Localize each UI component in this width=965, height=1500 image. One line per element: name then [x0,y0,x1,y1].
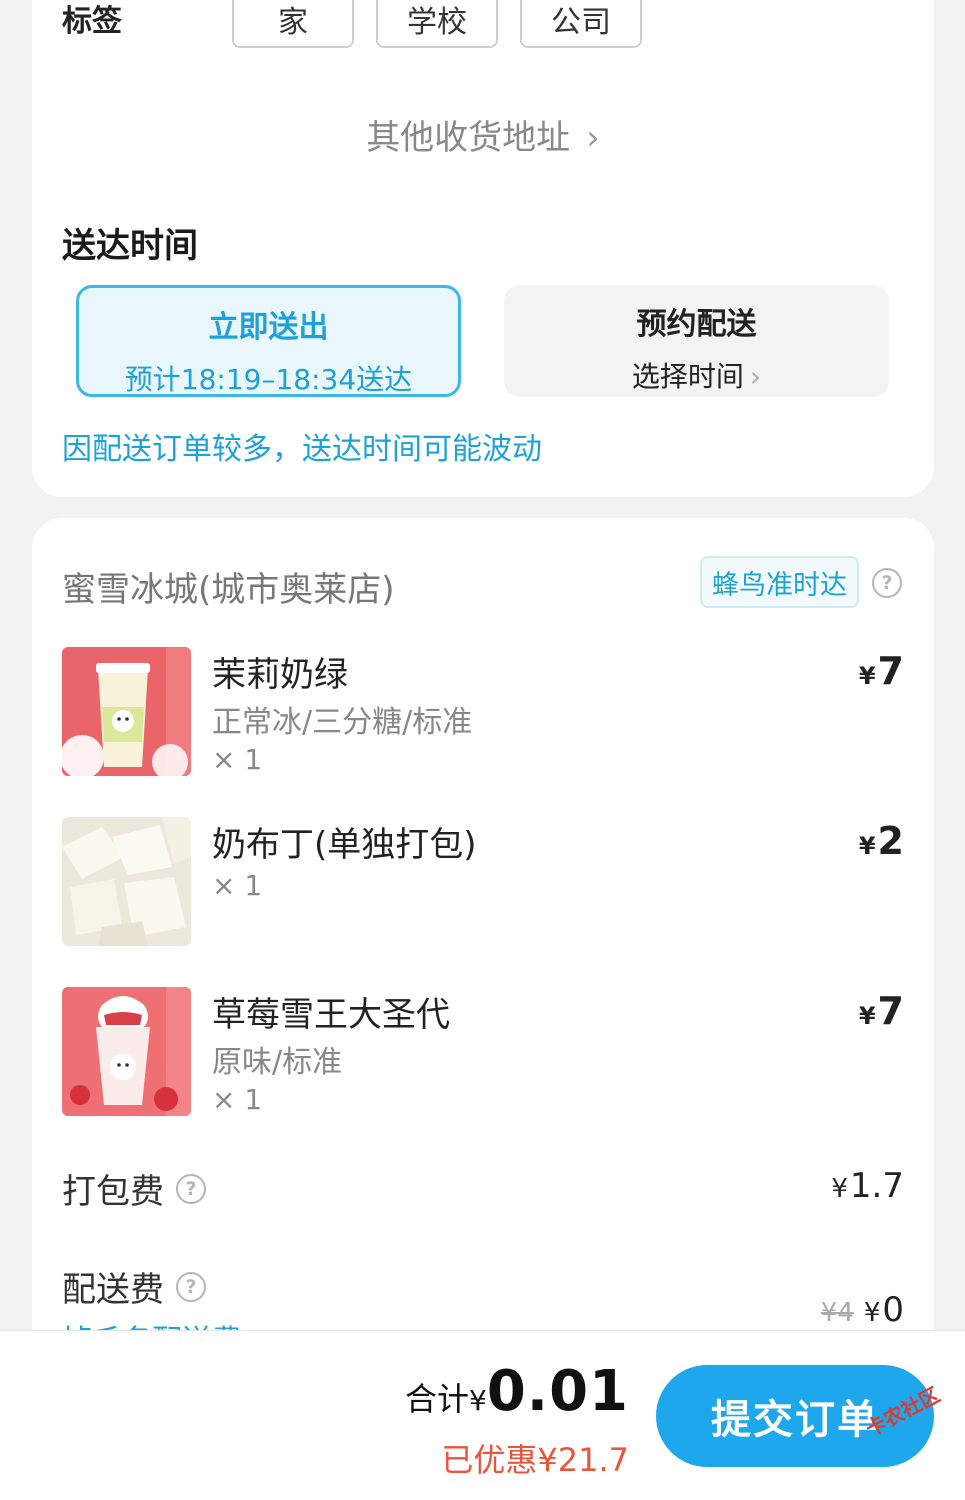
item-name: 草莓雪王大圣代 [212,995,450,1035]
item-qty: × 1 [212,743,263,776]
tag-company-button[interactable]: 公司 [520,0,642,48]
deliver-now-estimate: 预计18:19–18:34送达 [124,363,413,396]
store-name: 蜜雪冰城(城市奥莱店) [62,570,395,610]
tag-label: 标签 [62,4,122,39]
delivery-fee-value: ¥4 ¥0 [821,1290,904,1330]
order-total: 合计¥0.01 [405,1359,629,1424]
item-name: 茉莉奶绿 [212,655,348,695]
discount-amount: 已优惠¥21.7 [441,1441,629,1479]
total-label: 合计 [404,1380,469,1418]
packing-fee-row: 打包费? ¥1.7 [62,1164,904,1213]
currency-symbol: ¥ [858,662,876,690]
total-amount: 0.01 [486,1359,629,1424]
currency-symbol: ¥ [469,1384,487,1417]
scheduled-delivery-option[interactable]: 预约配送 选择时间 › [504,285,889,397]
item-price: ¥7 [859,989,904,1033]
delivery-fee-row: 配送费? ¥4 ¥0 [62,1262,904,1330]
address-time-card: 标签 家 学校 公司 其他收货地址 › 送达时间 立即送出 预计18:19–18:… [32,0,934,497]
deliver-now-title: 立即送出 [208,310,329,345]
currency-symbol: ¥ [863,1298,881,1328]
choose-time-label: 选择时间 [631,360,744,393]
currency-symbol: ¥ [858,832,876,860]
currency-symbol: ¥ [831,1174,848,1204]
chevron-right-icon: › [586,118,600,158]
product-image-milk-pudding [62,817,191,946]
product-image-jasmine-milk-green [62,647,191,776]
currency-symbol: ¥ [858,1002,876,1030]
order-item: 奶布丁(单独打包) × 1 ¥2 [62,817,904,947]
item-price: ¥7 [859,649,904,693]
delivery-notice: 因配送订单较多，送达时间可能波动 [62,432,542,467]
other-address-link[interactable]: 其他收货地址 › [32,110,934,159]
tag-school-button[interactable]: 学校 [376,0,498,48]
item-name: 奶布丁(单独打包) [212,825,477,865]
chevron-right-icon: › [749,360,762,393]
item-qty: × 1 [212,869,263,902]
item-price-value: 7 [877,649,904,693]
order-item: 茉莉奶绿 正常冰/三分糖/标准 × 1 ¥7 [62,647,904,777]
other-address-label: 其他收货地址 [366,118,571,158]
delivery-fee-amount: 0 [882,1290,904,1330]
deliver-now-option[interactable]: 立即送出 预计18:19–18:34送达 [76,285,461,397]
tag-home-button[interactable]: 家 [232,0,354,48]
delivery-fee-original: ¥4 [820,1298,854,1328]
packing-fee-label: 打包费 [62,1172,164,1212]
delivery-fee-label: 配送费 [62,1270,164,1310]
help-icon[interactable]: ? [176,1173,206,1204]
checkout-bar: 合计¥0.01 已优惠¥21.7 提交订单 [0,1330,965,1500]
item-spec: 正常冰/三分糖/标准 [212,705,473,740]
product-image-strawberry-sundae [62,987,191,1116]
item-spec: 原味/标准 [212,1045,343,1080]
delivery-badge: 蜂鸟准时达 [700,556,859,608]
help-icon[interactable]: ? [872,568,902,598]
scheduled-delivery-title: 预约配送 [636,307,757,342]
order-item: 草莓雪王大圣代 原味/标准 × 1 ¥7 [62,987,904,1117]
item-price: ¥2 [859,819,904,863]
packing-fee-amount: 1.7 [849,1166,904,1206]
help-icon[interactable]: ? [176,1271,206,1302]
item-price-value: 2 [877,819,904,863]
item-price-value: 7 [877,989,904,1033]
packing-fee-value: ¥1.7 [831,1166,904,1206]
delivery-time-title: 送达时间 [62,226,198,266]
item-qty: × 1 [212,1083,263,1116]
